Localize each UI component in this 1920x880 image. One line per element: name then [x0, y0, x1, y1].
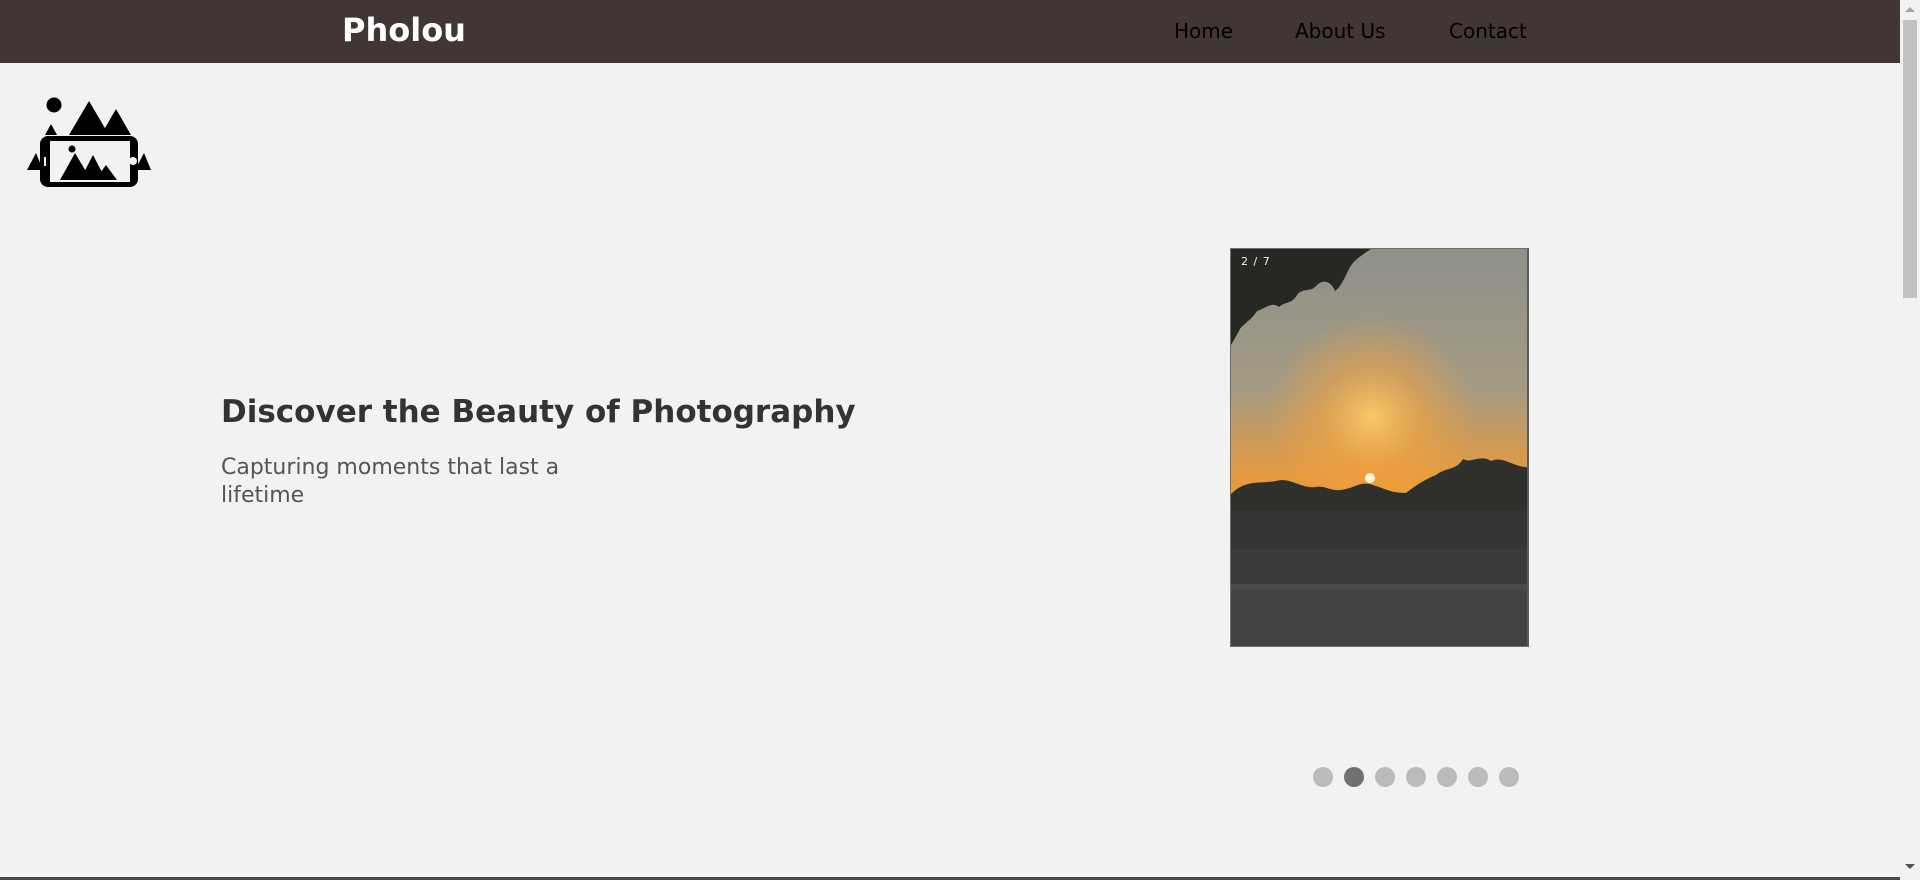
- hero-subtitle: Capturing moments that last a lifetime: [221, 455, 560, 508]
- scrollbar-thumb[interactable]: [1903, 20, 1917, 298]
- slide-dot-1[interactable]: [1313, 767, 1333, 787]
- scroll-up-arrow-icon[interactable]: [1905, 7, 1915, 12]
- slide-dot-7[interactable]: [1499, 767, 1519, 787]
- slide-dot-4[interactable]: [1406, 767, 1426, 787]
- scroll-down-arrow-icon[interactable]: [1905, 864, 1915, 869]
- nav-link-about-us[interactable]: About Us: [1295, 19, 1386, 43]
- vertical-scrollbar[interactable]: [1900, 0, 1920, 880]
- slide-dot-3[interactable]: [1375, 767, 1395, 787]
- slide-dot-2[interactable]: [1344, 767, 1364, 787]
- slide-counter: 2 / 7: [1241, 255, 1271, 268]
- mountains-phone-logo-icon: [27, 97, 153, 191]
- nav-link-contact[interactable]: Contact: [1449, 19, 1527, 43]
- brand-name[interactable]: Pholou: [342, 12, 466, 48]
- top-navbar: Pholou Home About Us Contact: [0, 0, 1900, 63]
- slideshow-image[interactable]: 2 / 7: [1230, 248, 1529, 647]
- slide-dot-6[interactable]: [1468, 767, 1488, 787]
- sunset-photo: [1231, 249, 1527, 646]
- slide-dot-5[interactable]: [1437, 767, 1457, 787]
- nav-link-home[interactable]: Home: [1174, 19, 1233, 43]
- hero-title: Discover the Beauty of Photography: [221, 394, 856, 430]
